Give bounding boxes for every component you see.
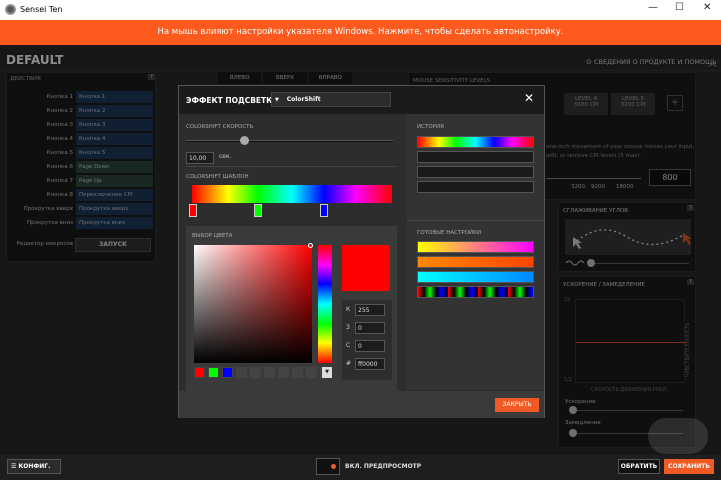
maximize-button[interactable]: ☐ [675,2,684,13]
revert-button[interactable]: ОБРАТИТЬ [618,459,660,474]
green-label: З [346,324,350,331]
gradient-stop-blue[interactable] [320,204,328,217]
history-item[interactable] [417,181,534,193]
presets-label: ГОТОВЫЕ НАСТРОЙКИ [417,230,482,236]
preview-toggle[interactable] [316,458,340,475]
history-item[interactable] [417,136,534,148]
divider [407,220,544,221]
close-icon[interactable]: ✕ [524,91,534,105]
preset-item[interactable] [417,241,534,253]
history-item[interactable] [417,151,534,163]
minimize-button[interactable]: — [648,2,658,13]
swatch-empty[interactable] [306,367,317,378]
saturation-cursor[interactable] [308,243,313,248]
speed-input[interactable]: 10,00 [186,152,214,164]
swatch-empty[interactable] [278,367,289,378]
gradient-stop-red[interactable] [189,204,197,217]
hex-input[interactable]: ff0000 [355,358,385,370]
color-picker-panel: ВЫБОР ЦВЕТА К 255 З 0 С 0 # ff0000 ▼ [186,226,397,391]
dialog-footer: ЗАКРЫТЬ [179,391,544,418]
dialog-title: ЭФФЕКТ ПОДСВЕТКИ [186,96,279,105]
effect-dropdown[interactable]: ▼ ColorShift [271,92,391,107]
hue-slider[interactable] [318,245,332,363]
config-label: КОНФИГ. [18,463,51,470]
swatch-red[interactable] [194,367,205,378]
saturation-field[interactable] [194,245,312,363]
red-label: К [346,306,351,313]
swatch-green[interactable] [208,367,219,378]
speed-label: COLORSHIFT СКОРОСТЬ [186,124,254,130]
effect-value: ColorShift [286,96,321,103]
dialog-header: ЭФФЕКТ ПОДСВЕТКИ ▼ ColorShift ✕ [179,86,544,114]
preset-item[interactable] [417,271,534,283]
bottom-bar: ☰ КОНФИГ. ВКЛ. ПРЕДПРОСМОТР ОБРАТИТЬ СОХ… [0,455,721,480]
config-button[interactable]: ☰ КОНФИГ. [7,459,61,474]
watermark-logo [648,418,708,454]
steelseries-logo-icon [5,4,16,15]
swatch-empty[interactable] [292,367,303,378]
swatch-empty[interactable] [264,367,275,378]
right-column: ИСТОРИЯ ГОТОВЫЕ НАСТРОЙКИ [407,114,544,390]
swatch-empty[interactable] [250,367,261,378]
preset-item[interactable] [417,256,534,268]
template-label: COLORSHIFT ШАБЛОН [186,174,249,180]
swatch-empty[interactable] [236,367,247,378]
blue-label: С [346,342,351,349]
colorshift-gradient[interactable] [192,185,392,203]
save-button[interactable]: СОХРАНИТЬ [664,459,714,474]
preview-toggle-dot [331,464,336,469]
close-window-button[interactable]: ✕ [703,2,711,13]
red-input[interactable]: 255 [355,304,385,316]
swatch-menu-icon[interactable]: ▼ [322,367,332,378]
swatch-blue[interactable] [222,367,233,378]
dropdown-arrow-icon: ▼ [275,97,279,103]
gradient-stop-green[interactable] [254,204,262,217]
preview-label: ВКЛ. ПРЕДПРОСМОТР [345,463,422,470]
blue-input[interactable]: 0 [355,340,385,352]
speed-slider-handle[interactable] [239,136,249,145]
close-dialog-button[interactable]: ЗАКРЫТЬ [495,398,539,412]
preset-item[interactable] [417,286,534,298]
speed-slider[interactable] [186,136,393,145]
speed-unit: сек. [219,153,232,160]
history-item[interactable] [417,166,534,178]
color-picker-label: ВЫБОР ЦВЕТА [192,233,233,239]
green-input[interactable]: 0 [355,322,385,334]
history-label: ИСТОРИЯ [417,124,444,130]
current-color-swatch [342,245,390,291]
color-values-box: К 255 З 0 С 0 # ff0000 [342,300,392,380]
divider [186,166,397,167]
list-icon: ☰ [11,463,17,470]
swatch-row [194,367,331,378]
hex-label: # [346,360,352,367]
title-bar: Sensei Ten — ☐ ✕ [0,0,721,20]
window-title: Sensei Ten [20,5,63,14]
lighting-effect-dialog: ЭФФЕКТ ПОДСВЕТКИ ▼ ColorShift ✕ COLORSHI… [178,85,545,418]
autoconfig-banner[interactable]: На мышь влияют настройки указателя Windo… [0,20,721,45]
